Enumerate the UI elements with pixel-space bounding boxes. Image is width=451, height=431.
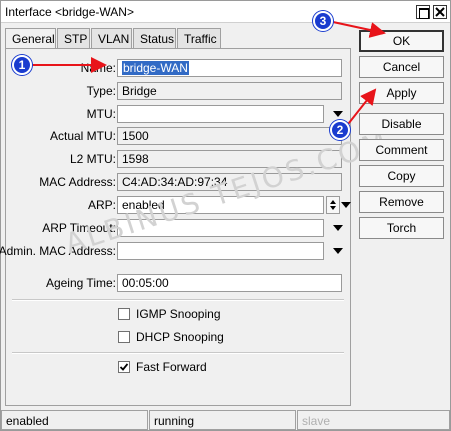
step-badge-1: 1 xyxy=(12,55,32,75)
separator xyxy=(12,299,344,301)
arp-label: ARP: xyxy=(87,198,116,212)
interface-window: Interface <bridge-WAN> General STP VLAN … xyxy=(0,0,451,431)
ageing-time-row: Ageing Time: 00:05:00 xyxy=(6,274,352,292)
disable-button[interactable]: Disable xyxy=(359,113,444,135)
fast-forward-checkbox[interactable] xyxy=(118,361,130,373)
actual-mtu-label: Actual MTU: xyxy=(49,129,116,143)
ageing-time-label: Ageing Time: xyxy=(45,276,116,290)
status-bar: enabled running slave xyxy=(1,410,450,430)
step-badge-3: 3 xyxy=(313,11,333,31)
title-bar: Interface <bridge-WAN> xyxy=(1,1,450,23)
tab-general[interactable]: General xyxy=(5,28,56,50)
igmp-snooping-label: IGMP Snooping xyxy=(136,307,221,321)
admin-mac-dropdown-icon[interactable] xyxy=(333,248,343,254)
arp-dropdown-icon[interactable] xyxy=(341,202,351,208)
tab-status[interactable]: Status xyxy=(133,28,176,49)
actual-mtu-field: 1500 xyxy=(117,127,342,145)
ok-button[interactable]: OK xyxy=(359,30,444,52)
arp-timeout-dropdown-icon[interactable] xyxy=(333,225,343,231)
maximize-icon[interactable] xyxy=(416,5,430,19)
type-label: Type: xyxy=(86,84,116,98)
arp-row: ARP: enabled xyxy=(6,196,352,214)
tab-stp[interactable]: STP xyxy=(57,28,90,49)
torch-button[interactable]: Torch xyxy=(359,217,444,239)
admin-mac-label: Admin. MAC Address: xyxy=(0,244,116,258)
mtu-label: MTU: xyxy=(86,107,116,121)
copy-button[interactable]: Copy xyxy=(359,165,444,187)
cancel-button[interactable]: Cancel xyxy=(359,56,444,78)
arp-select[interactable]: enabled xyxy=(117,196,324,214)
check-icon xyxy=(119,363,129,371)
apply-button[interactable]: Apply xyxy=(359,82,444,104)
mtu-input[interactable] xyxy=(117,105,324,123)
type-field: Bridge xyxy=(117,82,342,100)
l2-mtu-field: 1598 xyxy=(117,150,342,168)
arp-spinner-icon[interactable] xyxy=(326,196,340,214)
l2-mtu-label: L2 MTU: xyxy=(69,152,116,166)
dhcp-snooping-checkbox[interactable] xyxy=(118,331,130,343)
step-badge-2: 2 xyxy=(330,120,350,140)
window-title: Interface <bridge-WAN> xyxy=(5,5,134,19)
general-panel: Name: bridge-WAN Type: Bridge MTU: Actua… xyxy=(0,48,393,406)
name-input[interactable]: bridge-WAN xyxy=(117,59,342,77)
remove-button[interactable]: Remove xyxy=(359,191,444,213)
close-icon[interactable] xyxy=(433,5,447,19)
ageing-time-input[interactable]: 00:05:00 xyxy=(117,274,342,292)
l2-mtu-row: L2 MTU: 1598 xyxy=(6,150,352,168)
status-state: enabled xyxy=(1,410,148,430)
arp-timeout-row: ARP Timeout: xyxy=(6,219,352,237)
comment-button[interactable]: Comment xyxy=(359,139,444,161)
mtu-dropdown-icon[interactable] xyxy=(333,111,343,117)
admin-mac-input[interactable] xyxy=(117,242,324,260)
mac-address-label: MAC Address: xyxy=(39,175,116,189)
admin-mac-row: Admin. MAC Address: xyxy=(0,242,352,260)
type-row: Type: Bridge xyxy=(6,82,352,100)
separator xyxy=(12,352,344,354)
dhcp-snooping-label: DHCP Snooping xyxy=(136,330,224,344)
name-row: Name: bridge-WAN xyxy=(6,59,352,77)
actual-mtu-row: Actual MTU: 1500 xyxy=(6,127,352,145)
mac-address-row: MAC Address: C4:AD:34:AD:97:34 xyxy=(6,173,352,191)
fast-forward-label: Fast Forward xyxy=(136,360,207,374)
status-role: slave xyxy=(297,410,450,430)
arp-timeout-label: ARP Timeout: xyxy=(42,221,116,235)
mtu-row: MTU: xyxy=(6,105,352,123)
mac-address-field: C4:AD:34:AD:97:34 xyxy=(117,173,342,191)
tab-traffic[interactable]: Traffic xyxy=(177,28,221,49)
tab-vlan[interactable]: VLAN xyxy=(91,28,132,49)
name-label: Name: xyxy=(80,61,116,75)
arp-timeout-input[interactable] xyxy=(117,219,324,237)
status-link: running xyxy=(149,410,296,430)
igmp-snooping-checkbox[interactable] xyxy=(118,308,130,320)
